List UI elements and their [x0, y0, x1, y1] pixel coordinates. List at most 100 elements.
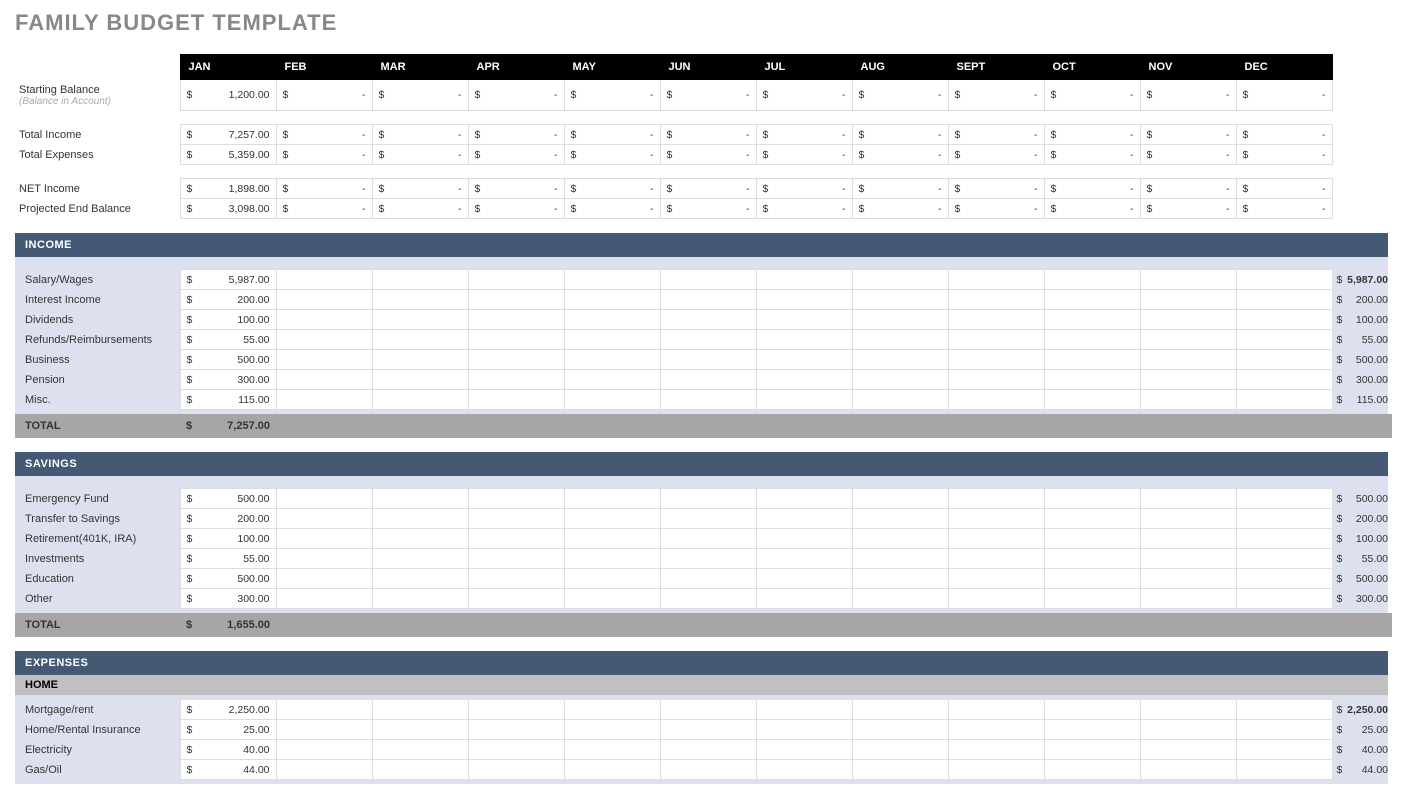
line-item-cell[interactable] — [756, 509, 852, 529]
line-item-cell[interactable] — [756, 370, 852, 390]
line-item-cell[interactable] — [756, 700, 852, 720]
line-item-cell[interactable] — [660, 350, 756, 370]
line-item-cell[interactable] — [852, 330, 948, 350]
line-item-cell[interactable] — [1236, 290, 1332, 310]
line-item-cell[interactable] — [852, 290, 948, 310]
summary-cell[interactable]: $3,098.00 — [180, 199, 276, 219]
line-item-cell[interactable] — [1140, 700, 1236, 720]
line-item-cell[interactable] — [1236, 760, 1332, 780]
line-item-cell[interactable] — [468, 569, 564, 589]
line-item-cell[interactable]: $300.00 — [180, 589, 276, 609]
line-item-cell[interactable] — [1044, 700, 1140, 720]
summary-cell[interactable]: $- — [852, 145, 948, 165]
line-item-cell[interactable] — [276, 290, 372, 310]
summary-cell[interactable]: $- — [1140, 80, 1236, 111]
line-item-cell[interactable] — [372, 760, 468, 780]
summary-cell[interactable]: $- — [756, 179, 852, 199]
line-item-cell[interactable]: $300.00 — [180, 370, 276, 390]
summary-cell[interactable]: $- — [852, 179, 948, 199]
line-item-cell[interactable] — [948, 370, 1044, 390]
summary-cell[interactable]: $- — [276, 199, 372, 219]
summary-cell[interactable]: $- — [372, 145, 468, 165]
summary-cell[interactable]: $- — [372, 179, 468, 199]
line-item-cell[interactable] — [660, 760, 756, 780]
line-item-cell[interactable] — [1236, 509, 1332, 529]
line-item-cell[interactable] — [372, 330, 468, 350]
line-item-cell[interactable] — [756, 720, 852, 740]
summary-cell[interactable]: $- — [1140, 179, 1236, 199]
summary-cell[interactable]: $- — [948, 145, 1044, 165]
summary-cell[interactable]: $- — [1236, 125, 1332, 145]
line-item-cell[interactable] — [660, 290, 756, 310]
line-item-cell[interactable] — [468, 370, 564, 390]
line-item-cell[interactable] — [468, 549, 564, 569]
line-item-cell[interactable] — [756, 390, 852, 410]
line-item-cell[interactable] — [948, 310, 1044, 330]
line-item-cell[interactable] — [564, 489, 660, 509]
line-item-cell[interactable] — [468, 529, 564, 549]
summary-cell[interactable]: $- — [276, 80, 372, 111]
line-item-cell[interactable] — [852, 760, 948, 780]
line-item-cell[interactable] — [756, 270, 852, 290]
line-item-cell[interactable] — [564, 549, 660, 569]
line-item-cell[interactable] — [1236, 529, 1332, 549]
line-item-cell[interactable] — [660, 529, 756, 549]
line-item-cell[interactable] — [468, 740, 564, 760]
summary-cell[interactable]: $- — [1236, 145, 1332, 165]
line-item-cell[interactable] — [1140, 310, 1236, 330]
line-item-cell[interactable] — [660, 569, 756, 589]
line-item-cell[interactable] — [372, 569, 468, 589]
summary-cell[interactable]: $- — [372, 80, 468, 111]
summary-cell[interactable]: $- — [1236, 80, 1332, 111]
summary-cell[interactable]: $- — [660, 145, 756, 165]
summary-cell[interactable]: $- — [756, 80, 852, 111]
line-item-cell[interactable] — [276, 569, 372, 589]
line-item-cell[interactable] — [1044, 270, 1140, 290]
line-item-cell[interactable] — [468, 509, 564, 529]
summary-cell[interactable]: $1,200.00 — [180, 80, 276, 111]
line-item-cell[interactable] — [1236, 549, 1332, 569]
line-item-cell[interactable] — [948, 489, 1044, 509]
line-item-cell[interactable] — [1044, 390, 1140, 410]
summary-cell[interactable]: $- — [852, 199, 948, 219]
summary-cell[interactable]: $1,898.00 — [180, 179, 276, 199]
line-item-cell[interactable] — [660, 390, 756, 410]
line-item-cell[interactable] — [564, 370, 660, 390]
line-item-cell[interactable] — [1236, 310, 1332, 330]
line-item-cell[interactable] — [1044, 310, 1140, 330]
line-item-cell[interactable] — [756, 740, 852, 760]
line-item-cell[interactable] — [564, 390, 660, 410]
line-item-cell[interactable] — [756, 569, 852, 589]
line-item-cell[interactable] — [1236, 740, 1332, 760]
line-item-cell[interactable] — [468, 350, 564, 370]
line-item-cell[interactable] — [372, 270, 468, 290]
line-item-cell[interactable] — [372, 290, 468, 310]
line-item-cell[interactable] — [660, 270, 756, 290]
summary-cell[interactable]: $- — [660, 179, 756, 199]
line-item-cell[interactable] — [1140, 740, 1236, 760]
line-item-cell[interactable] — [1140, 270, 1236, 290]
line-item-cell[interactable] — [1236, 370, 1332, 390]
summary-cell[interactable]: $- — [372, 199, 468, 219]
line-item-cell[interactable] — [1236, 569, 1332, 589]
summary-cell[interactable]: $- — [276, 145, 372, 165]
line-item-cell[interactable] — [468, 270, 564, 290]
line-item-cell[interactable] — [660, 720, 756, 740]
summary-cell[interactable]: $- — [852, 80, 948, 111]
line-item-cell[interactable] — [564, 310, 660, 330]
line-item-cell[interactable] — [276, 330, 372, 350]
summary-cell[interactable]: $- — [468, 179, 564, 199]
line-item-cell[interactable] — [276, 720, 372, 740]
summary-cell[interactable]: $- — [660, 125, 756, 145]
line-item-cell[interactable] — [1236, 390, 1332, 410]
summary-cell[interactable]: $- — [948, 179, 1044, 199]
line-item-cell[interactable] — [468, 700, 564, 720]
line-item-cell[interactable] — [1044, 569, 1140, 589]
summary-cell[interactable]: $7,257.00 — [180, 125, 276, 145]
line-item-cell[interactable] — [1140, 720, 1236, 740]
line-item-cell[interactable] — [948, 740, 1044, 760]
summary-cell[interactable]: $5,359.00 — [180, 145, 276, 165]
line-item-cell[interactable]: $55.00 — [180, 549, 276, 569]
summary-cell[interactable]: $- — [564, 179, 660, 199]
line-item-cell[interactable] — [852, 720, 948, 740]
